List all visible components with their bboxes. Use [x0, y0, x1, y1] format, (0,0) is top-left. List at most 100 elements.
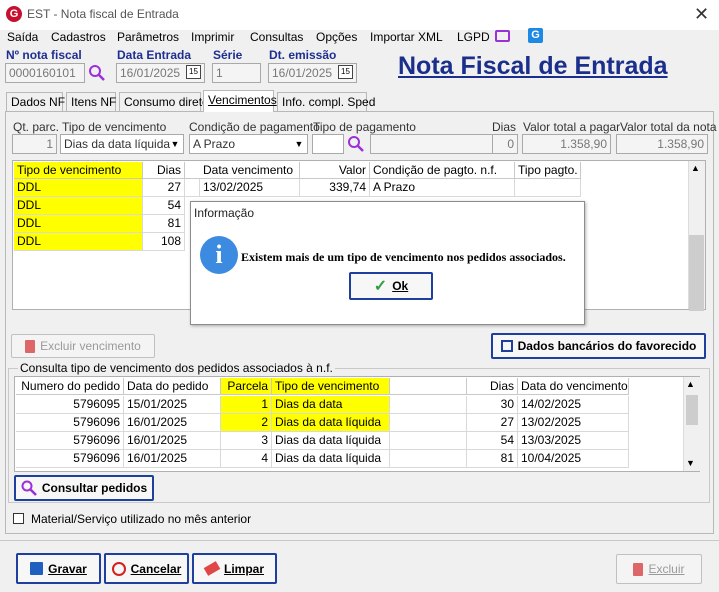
- page-title: Nota Fiscal de Entrada: [398, 52, 668, 80]
- grid-header[interactable]: Valor: [300, 162, 370, 179]
- dialog-message: Existem mais de um tipo de vencimento no…: [241, 250, 566, 264]
- serie-input[interactable]: 1: [212, 63, 261, 83]
- tab-dados-nf[interactable]: Dados NF: [6, 92, 65, 111]
- consulta-header[interactable]: Dias: [467, 378, 518, 395]
- grid-cell[interactable]: DDL: [14, 233, 143, 251]
- menu-saida[interactable]: Saída: [7, 30, 38, 44]
- menu-opcoes[interactable]: Opções: [316, 30, 357, 44]
- scroll-thumb[interactable]: [686, 395, 698, 425]
- monitor-icon[interactable]: [495, 30, 510, 42]
- limpar-button[interactable]: Limpar: [192, 553, 277, 584]
- consulta-cell[interactable]: 54: [467, 432, 518, 450]
- dias-input[interactable]: 0: [492, 134, 518, 154]
- consulta-cell[interactable]: 27: [467, 414, 518, 432]
- excluir-button[interactable]: Excluir: [616, 554, 702, 584]
- scroll-up-icon[interactable]: ▲: [686, 379, 695, 389]
- grid-header[interactable]: Tipo pagto.: [515, 162, 581, 179]
- consulta-cell[interactable]: 16/01/2025: [124, 450, 221, 468]
- consulta-header[interactable]: Tipo de vencimento: [272, 378, 390, 395]
- search-icon[interactable]: [347, 135, 365, 153]
- grid-cell[interactable]: 13/02/2025: [200, 179, 300, 197]
- consulta-header[interactable]: Numero do pedido: [16, 378, 124, 395]
- brand-g-icon[interactable]: G: [528, 28, 543, 43]
- consulta-cell[interactable]: 2: [221, 414, 272, 432]
- consultar-pedidos-button[interactable]: Consultar pedidos: [14, 475, 154, 501]
- nota-fiscal-input[interactable]: 0000160101: [5, 63, 85, 83]
- tipo-pag-input[interactable]: [312, 134, 344, 154]
- calendar-icon[interactable]: 15: [338, 65, 353, 79]
- tab-info-compl-sped[interactable]: Info. compl. Sped: [277, 92, 375, 111]
- qt-parc-input[interactable]: 1: [12, 134, 57, 154]
- eraser-icon: [203, 561, 221, 576]
- chevron-down-icon[interactable]: ▼: [167, 135, 183, 153]
- scroll-up-icon[interactable]: ▲: [691, 163, 700, 173]
- search-icon[interactable]: [88, 64, 106, 82]
- consulta-cell[interactable]: 5796096: [16, 450, 124, 468]
- valor-nota-input: 1.358,90: [616, 134, 708, 154]
- tipo-venc-label: Tipo de vencimento: [62, 120, 167, 134]
- cancelar-button[interactable]: Cancelar: [104, 553, 189, 584]
- consulta-header[interactable]: Data do pedido: [124, 378, 221, 395]
- consulta-header[interactable]: Parcela: [221, 378, 272, 395]
- consulta-cell[interactable]: 30: [467, 396, 518, 414]
- grid-cell[interactable]: [515, 179, 581, 197]
- trash-icon: [633, 562, 644, 576]
- consulta-cell[interactable]: 16/01/2025: [124, 414, 221, 432]
- consulta-cell[interactable]: Dias da data líquida: [272, 432, 390, 450]
- consulta-cell[interactable]: 10/04/2025: [518, 450, 629, 468]
- menu-importar-xml[interactable]: Importar XML: [370, 30, 443, 44]
- consulta-header[interactable]: Data do vencimento: [518, 378, 629, 395]
- menu-imprimir[interactable]: Imprimir: [191, 30, 234, 44]
- grid-cell[interactable]: 339,74: [300, 179, 370, 197]
- grid-cell[interactable]: 81: [143, 215, 185, 233]
- grid-header[interactable]: Condição de pagto. n.f.: [370, 162, 515, 179]
- menu-consultas[interactable]: Consultas: [250, 30, 303, 44]
- consulta-cell[interactable]: 5796096: [16, 432, 124, 450]
- grid-cell[interactable]: 27: [143, 179, 185, 197]
- grid-header[interactable]: Dias: [143, 162, 185, 179]
- grid-header[interactable]: Tipo de vencimento: [14, 162, 143, 179]
- consulta-cell[interactable]: 16/01/2025: [124, 432, 221, 450]
- material-servico-checkbox[interactable]: [13, 513, 24, 524]
- menu-cadastros[interactable]: Cadastros: [51, 30, 106, 44]
- tab-vencimentos[interactable]: Vencimentos: [203, 90, 277, 112]
- consulta-cell[interactable]: 13/03/2025: [518, 432, 629, 450]
- menu-parametros[interactable]: Parâmetros: [117, 30, 179, 44]
- consulta-cell[interactable]: 13/02/2025: [518, 414, 629, 432]
- consulta-cell-spacer: [390, 396, 467, 414]
- excluir-vencimento-button[interactable]: Excluir vencimento: [11, 334, 155, 358]
- scroll-thumb[interactable]: [689, 235, 704, 311]
- close-icon[interactable]: ✕: [694, 4, 709, 25]
- gravar-button[interactable]: Gravar: [16, 553, 101, 584]
- tab-consumo-direto[interactable]: Consumo direto: [119, 92, 209, 111]
- app-logo-icon: G: [6, 6, 22, 22]
- grid-cell[interactable]: 54: [143, 197, 185, 215]
- consulta-cell[interactable]: 3: [221, 432, 272, 450]
- consulta-cell[interactable]: 14/02/2025: [518, 396, 629, 414]
- trash-icon: [25, 339, 36, 353]
- dados-bancarios-button[interactable]: Dados bancários do favorecido: [491, 333, 706, 359]
- consulta-cell[interactable]: Dias da data líquida: [272, 414, 390, 432]
- grid-cell[interactable]: DDL: [14, 215, 143, 233]
- consulta-cell[interactable]: 5796095: [16, 396, 124, 414]
- ok-button[interactable]: ✓ Ok: [349, 272, 433, 300]
- grid-cell[interactable]: DDL: [14, 197, 143, 215]
- consulta-cell[interactable]: 1: [221, 396, 272, 414]
- menu-lgpd[interactable]: LGPD: [457, 30, 490, 44]
- grid-cell[interactable]: 108: [143, 233, 185, 251]
- calendar-icon[interactable]: 15: [186, 65, 201, 79]
- grid-cell[interactable]: A Prazo: [370, 179, 515, 197]
- consulta-cell[interactable]: 5796096: [16, 414, 124, 432]
- scroll-down-icon[interactable]: ▼: [686, 458, 695, 468]
- consulta-cell[interactable]: Dias da data: [272, 396, 390, 414]
- chevron-down-icon[interactable]: ▼: [291, 135, 307, 153]
- consulta-cell[interactable]: 4: [221, 450, 272, 468]
- consulta-cell[interactable]: 81: [467, 450, 518, 468]
- consulta-cell[interactable]: Dias da data líquida: [272, 450, 390, 468]
- consulta-cell[interactable]: 15/01/2025: [124, 396, 221, 414]
- tab-itens-nf[interactable]: Itens NF: [66, 92, 116, 111]
- grid-header[interactable]: Data vencimento: [200, 162, 300, 179]
- tipo-venc-select[interactable]: Dias da data líquida: [60, 134, 184, 154]
- grid-header-spacer: [185, 162, 201, 179]
- grid-cell[interactable]: DDL: [14, 179, 143, 197]
